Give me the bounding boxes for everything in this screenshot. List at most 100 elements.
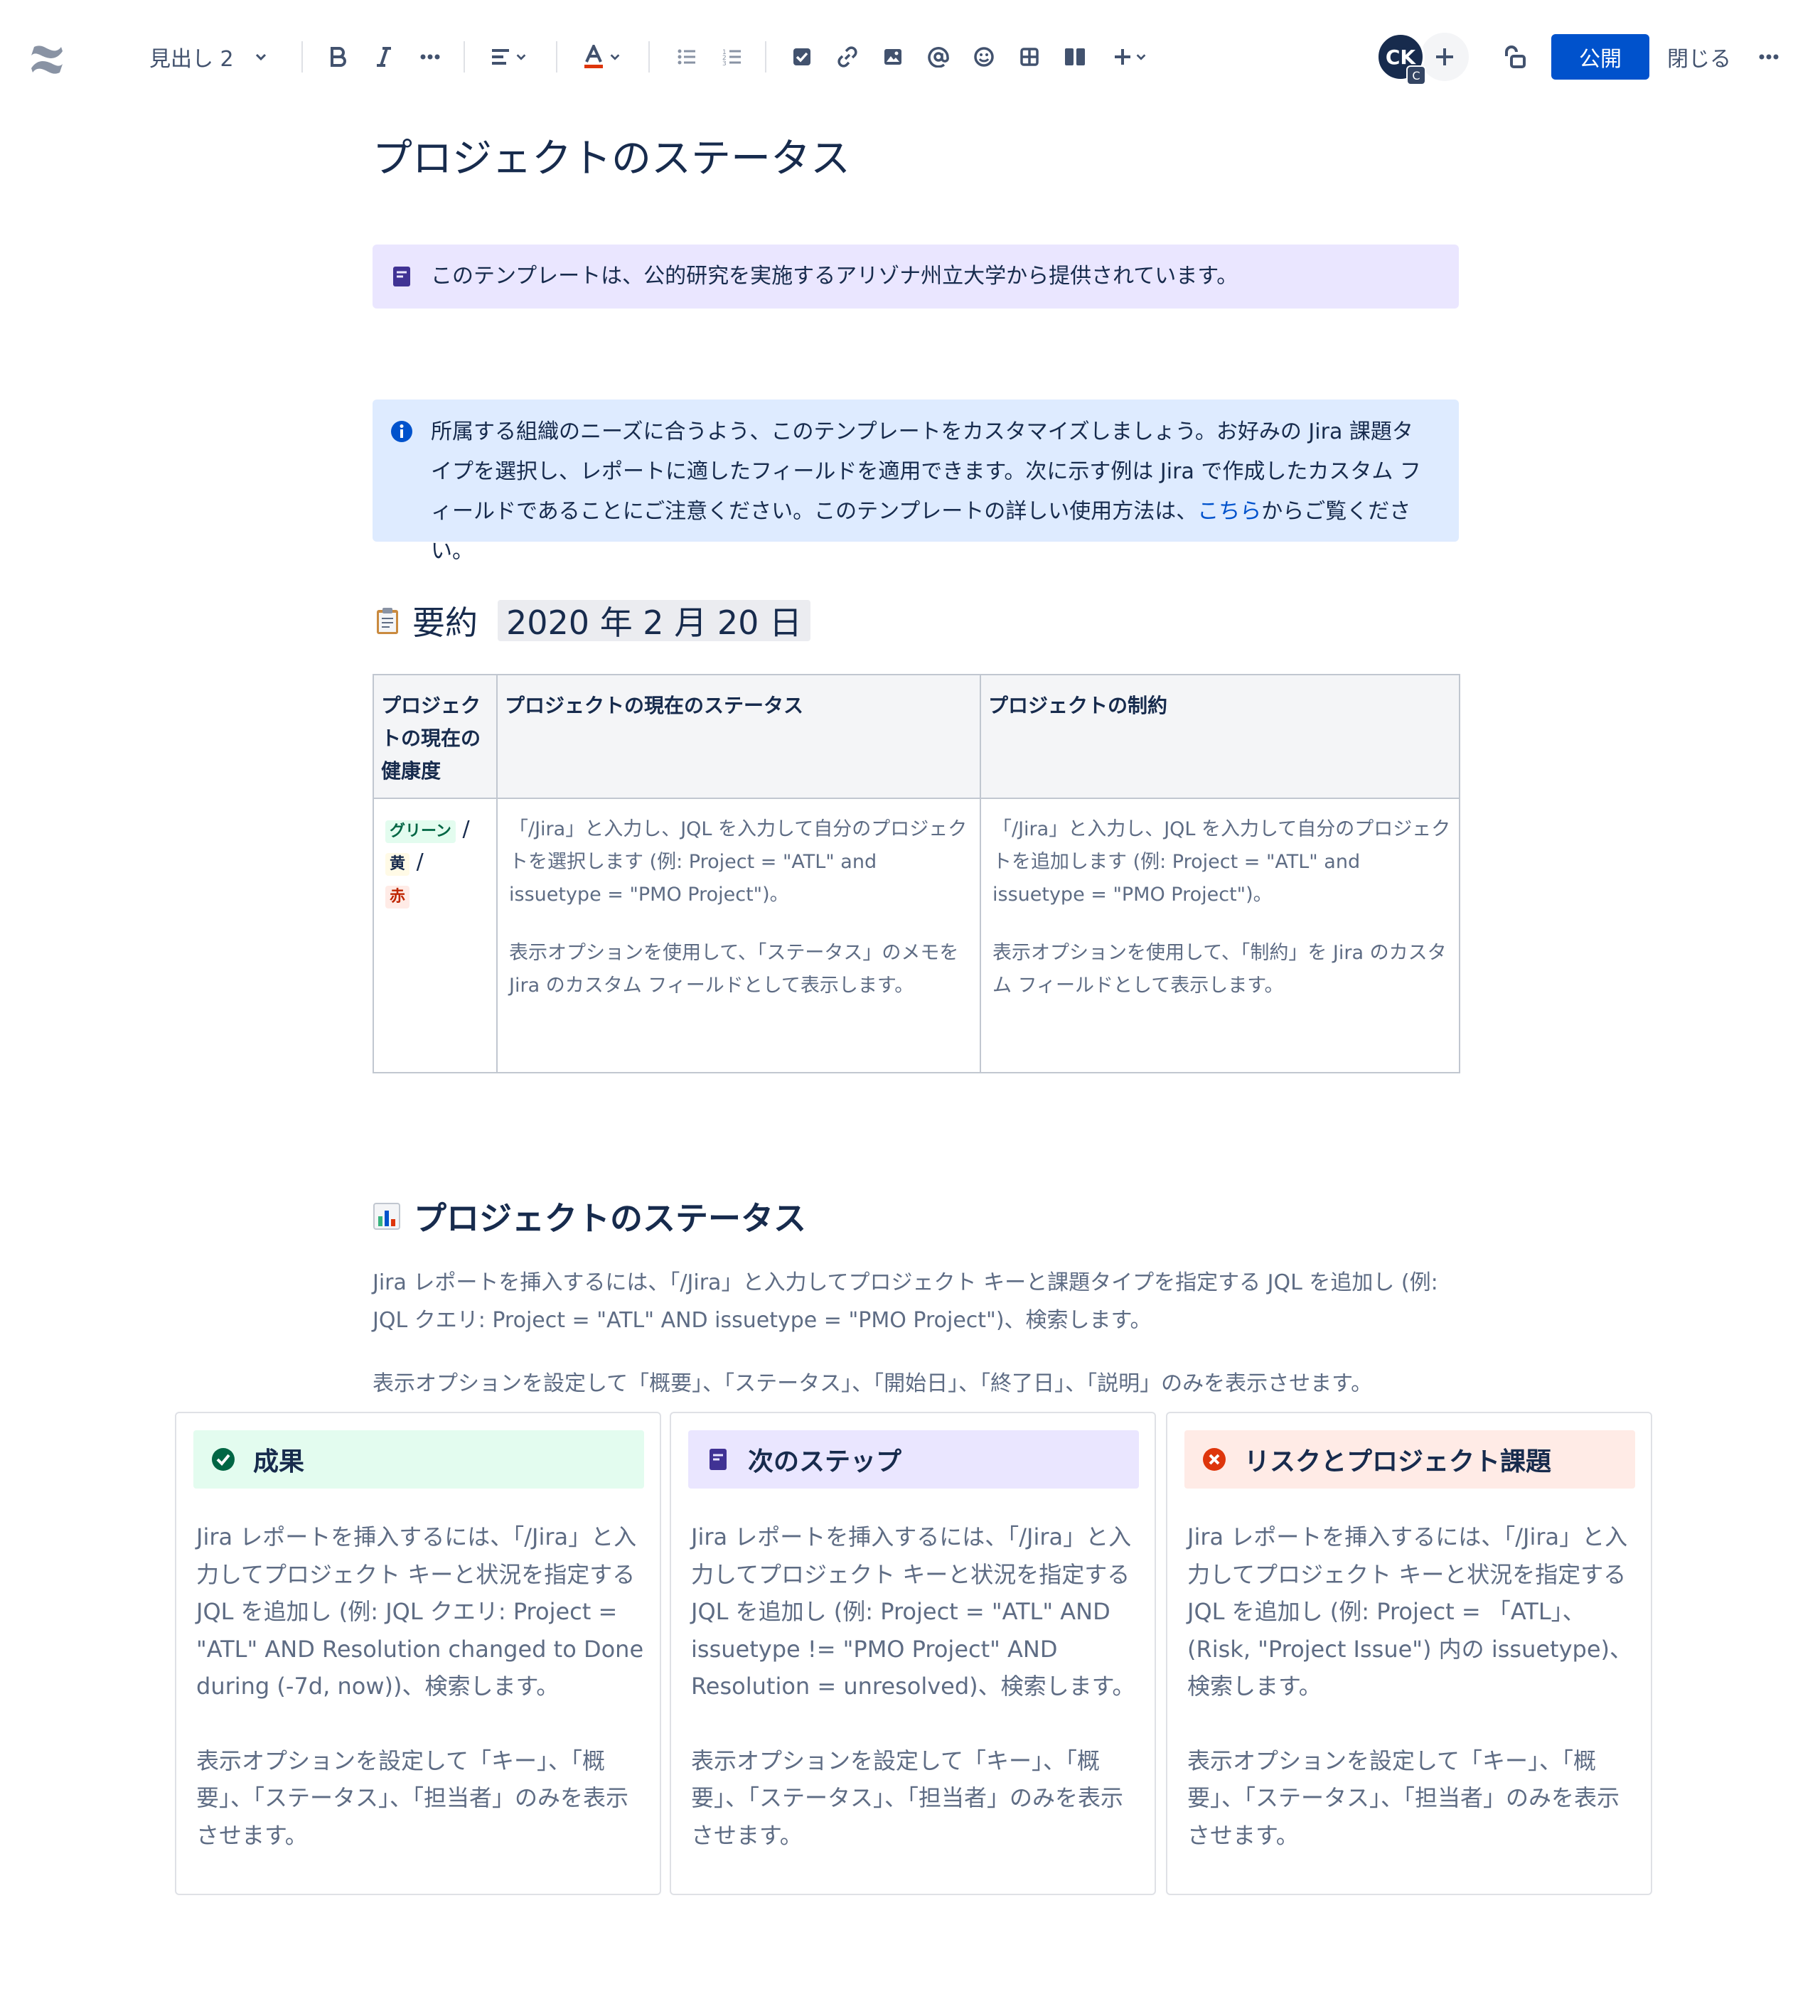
text-style-dropdown[interactable]: 見出し 2 xyxy=(149,37,270,77)
chevron-down-icon xyxy=(610,54,620,60)
status-body-paragraph[interactable]: Jira レポートを挿入するには、「/Jira」と入力してプロジェクト キーと課… xyxy=(373,1264,1459,1339)
card-paragraph: Jira レポートを挿入するには、「/Jira」と入力してプロジェクト キーと状… xyxy=(1187,1523,1633,1700)
bullet-list-icon xyxy=(678,49,695,65)
note-icon xyxy=(710,1449,727,1470)
note-icon xyxy=(393,267,410,286)
status-table: プロジェクトの現在の健康度 プロジェクトの現在のステータス プロジェクトの制約 … xyxy=(373,674,1460,1073)
card-body: Jira レポートを挿入するには、「/Jira」と入力してプロジェクト キーと状… xyxy=(196,1518,646,1854)
table-header-cell[interactable]: プロジェクトの現在のステータス xyxy=(496,674,981,799)
card-paragraph: Jira レポートを挿入するには、「/Jira」と入力してプロジェクト キーと状… xyxy=(196,1523,644,1700)
toolbar-divider xyxy=(556,41,557,73)
card-header: 次のステップ xyxy=(688,1430,1139,1489)
emoji-button[interactable] xyxy=(968,37,1000,77)
summary-heading[interactable]: 要約 2020 年 2 月 20 日 xyxy=(373,597,810,644)
table-header-cell[interactable]: プロジェクトの制約 xyxy=(980,674,1460,799)
toolbar-divider xyxy=(765,41,766,73)
toolbar-divider xyxy=(648,41,650,73)
chevron-down-icon xyxy=(1136,54,1146,60)
action-item-button[interactable] xyxy=(786,37,818,77)
project-status-heading[interactable]: プロジェクトのステータス xyxy=(373,1193,806,1240)
date-chip[interactable]: 2020 年 2 月 20 日 xyxy=(498,600,810,642)
card-header: 成果 xyxy=(193,1430,644,1489)
info-panel[interactable]: 所属する組織のニーズに合うよう、このテンプレートをカスタマイズしましょう。お好み… xyxy=(373,400,1459,564)
note-panel-text: このテンプレートは、公的研究を実施するアリゾナ州立大学から提供されています。 xyxy=(431,264,1238,289)
link-button[interactable] xyxy=(832,37,863,77)
constraint-cell[interactable]: 「/Jira」と入力し、JQL を入力して自分のプロジェクトを追加します (例:… xyxy=(980,798,1460,1073)
more-actions-button[interactable] xyxy=(1749,37,1789,77)
bullet-list-button[interactable] xyxy=(671,37,702,77)
image-icon xyxy=(884,49,901,65)
table-header-row: プロジェクトの現在の健康度 プロジェクトの現在のステータス プロジェクトの制約 xyxy=(373,674,1460,799)
align-left-icon xyxy=(492,49,509,65)
plus-icon xyxy=(1436,48,1453,65)
info-icon xyxy=(391,421,412,442)
next-steps-card[interactable]: 次のステップ Jira レポートを挿入するには、「/Jira」と入力してプロジェ… xyxy=(670,1412,1156,1895)
numbered-list-icon: 123 xyxy=(722,49,741,66)
card-paragraph: 表示オプションを設定して「キー」、「概要」、「ステータス」、「担当者」のみを表示… xyxy=(1187,1747,1620,1849)
card-body: Jira レポートを挿入するには、「/Jira」と入力してプロジェクト キーと状… xyxy=(1187,1518,1637,1854)
health-separator: / xyxy=(416,849,424,874)
ellipsis-icon xyxy=(420,54,440,60)
status-lozenge-green[interactable]: グリーン xyxy=(385,820,456,843)
confluence-logo-icon[interactable] xyxy=(28,41,65,78)
italic-button[interactable] xyxy=(368,37,400,77)
status-lozenge-red[interactable]: 赤 xyxy=(385,886,410,908)
avatar-badge: C xyxy=(1406,65,1426,85)
numbered-list-button[interactable]: 123 xyxy=(717,37,748,77)
more-formatting-button[interactable] xyxy=(412,37,448,77)
publish-button[interactable]: 公開 xyxy=(1551,34,1649,80)
svg-text:3: 3 xyxy=(722,60,727,66)
card-body: Jira レポートを挿入するには、「/Jira」と入力してプロジェクト キーと状… xyxy=(691,1518,1140,1854)
chevron-down-icon xyxy=(255,53,266,61)
table-row: グリーン / 黄 / 赤 「/Jira」と入力し、JQL を入力して自分のプロジ… xyxy=(373,798,1460,1073)
table-icon xyxy=(1020,48,1039,66)
health-cell[interactable]: グリーン / 黄 / 赤 xyxy=(373,798,498,1073)
image-button[interactable] xyxy=(877,37,909,77)
card-title: 次のステップ xyxy=(748,1447,902,1476)
status-lozenge-yellow[interactable]: 黄 xyxy=(385,853,410,876)
columns-layout-icon xyxy=(1065,48,1085,65)
achievements-card[interactable]: 成果 Jira レポートを挿入するには、「/Jira」と入力してプロジェクト キ… xyxy=(175,1412,661,1895)
invite-collaborator-button[interactable] xyxy=(1420,33,1469,81)
plus-icon xyxy=(1115,49,1130,65)
editor-toolbar: 見出し 2 123 CK C 公開 閉じる xyxy=(0,0,1820,114)
info-panel-text: 所属する組織のニーズに合うよう、このテンプレートをカスタマイズしましょう。お好み… xyxy=(431,412,1433,572)
restrictions-button[interactable] xyxy=(1497,37,1531,77)
layout-button[interactable] xyxy=(1059,37,1091,77)
status-cell-para: 「/Jira」と入力し、JQL を入力して自分のプロジェクトを選択します (例:… xyxy=(509,818,968,906)
bold-button[interactable] xyxy=(323,37,354,77)
risks-card[interactable]: リスクとプロジェクト課題 Jira レポートを挿入するには、「/Jira」と入力… xyxy=(1166,1412,1652,1895)
italic-icon xyxy=(377,47,391,67)
close-button[interactable]: 閉じる xyxy=(1656,34,1742,80)
text-style-label: 見出し 2 xyxy=(149,47,234,72)
card-title: リスクとプロジェクト課題 xyxy=(1244,1447,1552,1476)
checkbox-icon xyxy=(793,48,810,65)
template-help-link[interactable]: こちら xyxy=(1197,499,1261,524)
at-sign-icon xyxy=(928,47,949,68)
unlock-icon xyxy=(1505,45,1526,68)
insert-dropdown[interactable] xyxy=(1108,37,1153,77)
constraint-cell-para: 「/Jira」と入力し、JQL を入力して自分のプロジェクトを追加します (例:… xyxy=(992,818,1451,906)
card-paragraph: 表示オプションを設定して「キー」、「概要」、「ステータス」、「担当者」のみを表示… xyxy=(196,1747,629,1849)
summary-heading-text: 要約 xyxy=(412,604,478,642)
table-button[interactable] xyxy=(1014,37,1045,77)
ellipsis-icon xyxy=(1759,54,1779,60)
card-header: リスクとプロジェクト課題 xyxy=(1184,1430,1635,1489)
error-circle-icon xyxy=(1203,1448,1226,1471)
card-title: 成果 xyxy=(253,1447,305,1476)
note-panel[interactable]: このテンプレートは、公的研究を実施するアリゾナ州立大学から提供されています。 xyxy=(373,245,1459,309)
status-cell[interactable]: 「/Jira」と入力し、JQL を入力して自分のプロジェクトを選択します (例:… xyxy=(496,798,981,1073)
project-status-heading-text: プロジェクトのステータス xyxy=(414,1199,806,1238)
page-title[interactable]: プロジェクトのステータス xyxy=(373,127,850,184)
bar-chart-icon xyxy=(373,1203,400,1230)
bold-icon xyxy=(331,47,346,67)
clipboard-icon xyxy=(377,608,398,634)
toolbar-divider xyxy=(301,41,303,73)
chevron-down-icon xyxy=(516,54,526,60)
alignment-dropdown[interactable] xyxy=(485,37,533,77)
table-header-cell[interactable]: プロジェクトの現在の健康度 xyxy=(373,674,498,799)
card-paragraph: Jira レポートを挿入するには、「/Jira」と入力してプロジェクト キーと状… xyxy=(691,1523,1135,1700)
mention-button[interactable] xyxy=(923,37,954,77)
text-color-dropdown[interactable] xyxy=(579,37,626,77)
status-body-paragraph[interactable]: 表示オプションを設定して「概要」、「ステータス」、「開始日」、「終了日」、「説明… xyxy=(373,1365,1459,1403)
